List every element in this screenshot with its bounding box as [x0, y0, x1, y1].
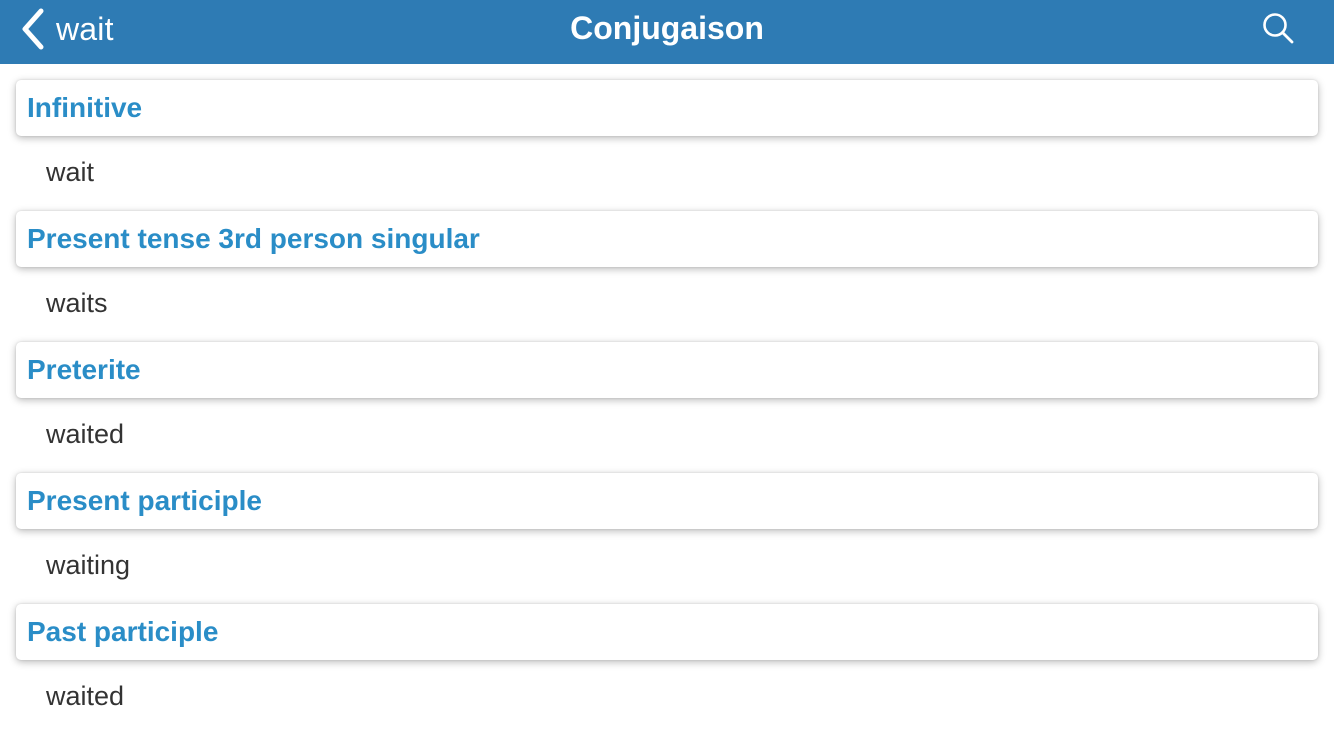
section-value: waiting [46, 550, 131, 580]
section-value: waited [46, 681, 125, 711]
search-icon [1261, 11, 1295, 50]
section-value: waits [46, 288, 108, 318]
section-title: Past participle [27, 616, 219, 647]
conjugation-section-preterite: Preterite waited [0, 326, 1334, 457]
conjugation-list: Infinitive wait Present tense 3rd person… [0, 64, 1334, 719]
back-label: wait [56, 10, 114, 47]
section-value: wait [46, 157, 95, 187]
section-header: Preterite [16, 342, 1318, 398]
conjugation-section-present-participle: Present participle waiting [0, 457, 1334, 588]
conjugation-section-infinitive: Infinitive wait [0, 64, 1334, 195]
section-header: Present participle [16, 473, 1318, 529]
section-title: Present participle [27, 485, 262, 516]
chevron-left-icon [20, 8, 46, 50]
section-header: Infinitive [16, 80, 1318, 136]
section-title: Preterite [27, 354, 141, 385]
conjugation-section-past-participle: Past participle waited [0, 588, 1334, 719]
nav-bar: wait Conjugaison [0, 0, 1334, 64]
search-button[interactable] [1256, 10, 1300, 50]
section-title: Present tense 3rd person singular [27, 223, 480, 254]
section-value: waited [46, 419, 125, 449]
page-title: Conjugaison [570, 10, 764, 46]
conjugation-section-present-3rd: Present tense 3rd person singular waits [0, 195, 1334, 326]
section-title: Infinitive [27, 92, 143, 123]
section-header: Past participle [16, 604, 1318, 660]
section-header: Present tense 3rd person singular [16, 211, 1318, 267]
back-button[interactable]: wait [20, 6, 114, 52]
